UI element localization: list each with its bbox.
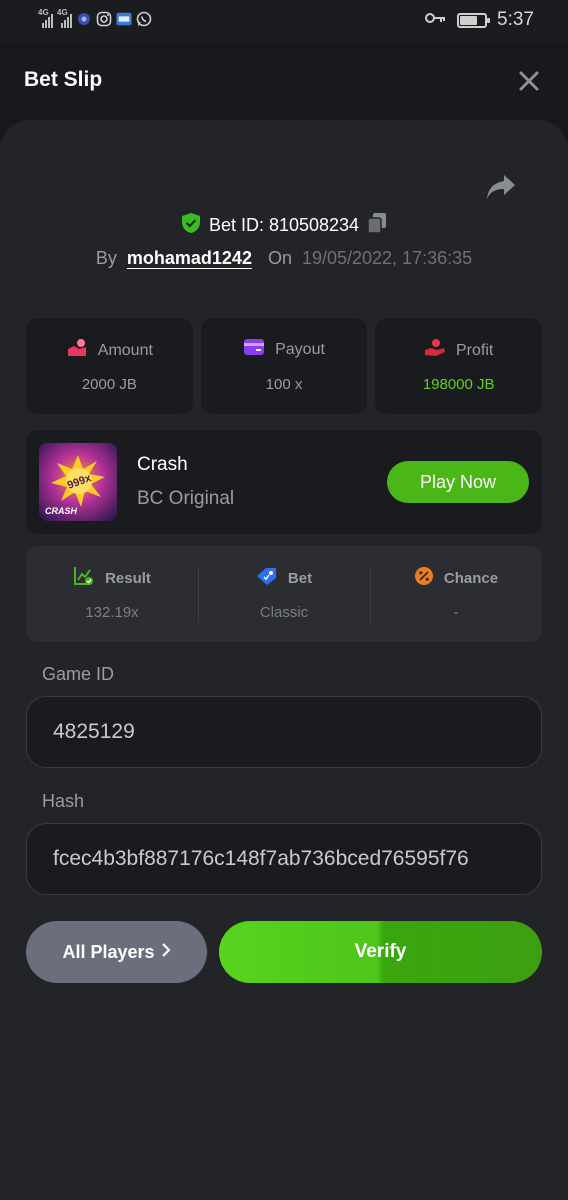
status-bar-left: 4G 4G [38, 8, 152, 28]
stats-cards: Amount 2000 JB Payout 100 x Profit 19800… [26, 318, 543, 414]
signal-icon: 4G [38, 8, 53, 28]
result-column: Result 132.19x [26, 546, 198, 642]
copy-icon[interactable] [367, 212, 387, 239]
by-label: By [95, 248, 117, 268]
profit-icon [424, 338, 446, 363]
game-thumbnail[interactable]: 999x CRASH [39, 443, 117, 521]
profit-label: Profit [456, 341, 494, 359]
status-bar-right: 5:37 [425, 9, 534, 31]
clock: 5:37 [497, 9, 534, 30]
game-card: 999x CRASH Crash BC Original Play Now [26, 430, 542, 534]
network-type-label: 4G [38, 8, 49, 17]
chance-value: - [453, 604, 459, 621]
bet-datetime: 19/05/2022, 17:36:35 [301, 248, 473, 268]
chance-column: Chance - [370, 546, 542, 642]
modal-header: Bet Slip [0, 42, 568, 122]
share-icon[interactable] [484, 172, 518, 202]
notification-icon [76, 11, 92, 27]
whatsapp-icon [136, 11, 152, 27]
amount-value: 2000 JB [81, 376, 137, 393]
network-type-label: 4G [57, 8, 68, 17]
instagram-icon [96, 11, 112, 27]
chart-icon [73, 566, 95, 590]
bet-id: Bet ID: 810508234 [208, 215, 360, 235]
bet-value: Classic [259, 604, 309, 621]
payout-card: Payout 100 x [200, 318, 368, 414]
play-now-button[interactable]: Play Now [387, 461, 529, 503]
result-value: 132.19x [85, 604, 139, 621]
percent-icon [414, 566, 434, 590]
game-name: Crash [137, 454, 188, 475]
bet-column: Bet Classic [198, 546, 370, 642]
payout-label: Payout [275, 340, 325, 358]
app-icon [116, 11, 132, 27]
bet-label: Bet [287, 569, 313, 587]
bet-meta-row: By mohamad1242 On 19/05/2022, 17:36:35 [0, 248, 568, 269]
chevron-right-icon [161, 942, 171, 963]
username-link[interactable]: mohamad1242 [127, 248, 252, 269]
thumb-title: CRASH [45, 506, 78, 516]
all-players-label: All Players [62, 941, 155, 962]
profit-card: Profit 198000 JB [375, 318, 543, 414]
key-icon [425, 11, 447, 29]
signal-icon: 4G [57, 8, 72, 28]
payout-value: 100 x [265, 376, 303, 393]
battery-icon [457, 12, 491, 28]
hash-field[interactable]: fcec4b3bf887176c148f7ab736bced76595f76 [26, 823, 542, 895]
hash-label: Hash [42, 791, 85, 811]
game-id-field[interactable]: 4825129 [26, 696, 542, 768]
on-label: On [267, 248, 292, 268]
result-label: Result [105, 569, 151, 587]
status-bar: 4G 4G 5:37 [0, 0, 568, 42]
bet-id-row: Bet ID: 810508234 [0, 212, 568, 239]
amount-card: Amount 2000 JB [26, 318, 193, 414]
bet-slip-sheet [0, 120, 568, 1200]
card-icon [243, 338, 265, 361]
game-id-label: Game ID [42, 664, 115, 684]
page-title: Bet Slip [24, 68, 103, 91]
verify-button[interactable]: Verify [219, 921, 542, 983]
amount-icon [66, 338, 88, 363]
close-icon[interactable] [516, 68, 542, 94]
tag-icon [256, 566, 278, 590]
chance-label: Chance [443, 569, 499, 587]
amount-label: Amount [97, 341, 153, 359]
verified-shield-icon [181, 212, 201, 239]
all-players-button[interactable]: All Players [26, 921, 207, 983]
bet-details: Result 132.19x Bet Classic Chance - [26, 546, 542, 642]
game-provider: BC Original [137, 488, 235, 509]
profit-value: 198000 JB [422, 376, 495, 393]
